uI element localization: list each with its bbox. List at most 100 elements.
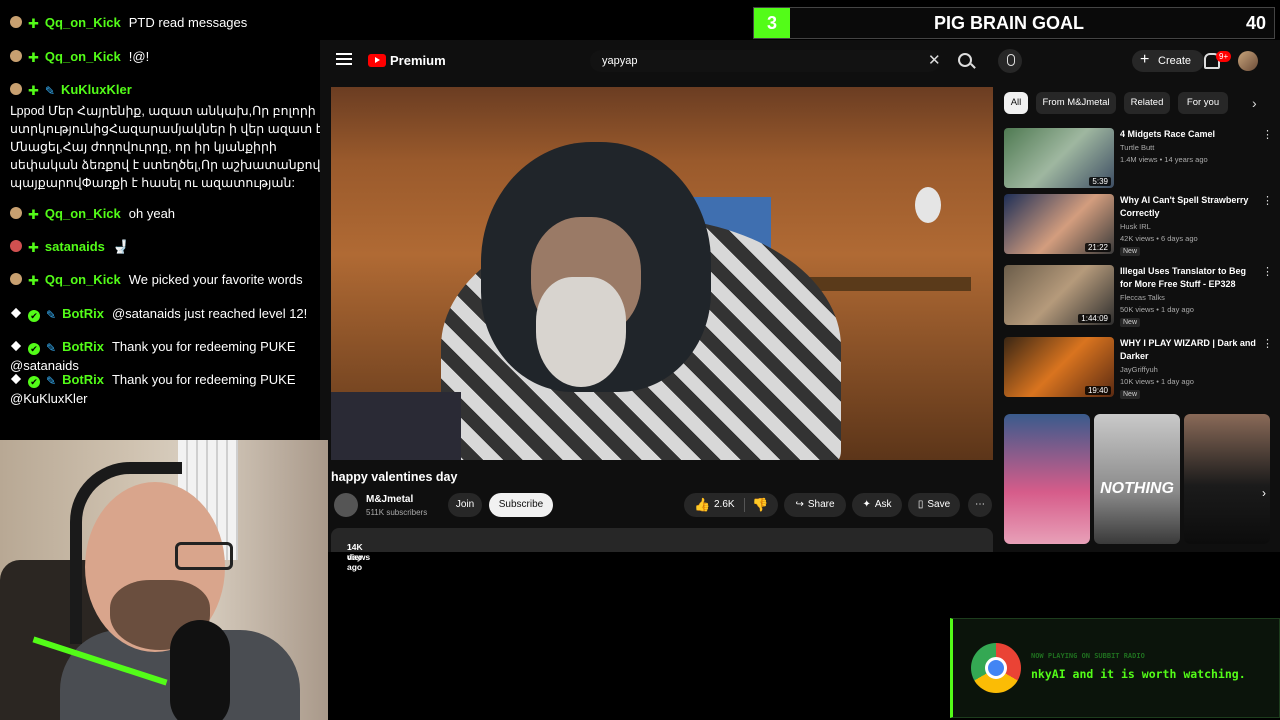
moderator-badge-icon: ✎ bbox=[44, 84, 55, 98]
video-player[interactable] bbox=[331, 87, 993, 460]
chat-text: !@! bbox=[128, 49, 150, 64]
menu-icon[interactable] bbox=[336, 53, 352, 55]
chat-message: ✔ ✎ BotRix Thank you for redeeming PUKE @Ku… bbox=[10, 371, 318, 408]
bookmark-icon: ▯ bbox=[917, 499, 924, 510]
search-input[interactable] bbox=[600, 54, 904, 68]
moderator-badge-icon: ✎ bbox=[46, 341, 57, 355]
chat-message: ✚ Qq_on_Kick We picked your favorite words bbox=[10, 271, 303, 290]
moderator-badge-icon: ✎ bbox=[46, 374, 57, 388]
chat-username: Qq_on_Kick bbox=[44, 206, 121, 221]
chat-text: Լppod Մեր Հայրենիք, ազատ անկախ,Որ բոլորի… bbox=[10, 104, 338, 190]
recommended-title[interactable]: Illegal Uses Translator to Beg for More … bbox=[1120, 265, 1258, 291]
search-icon[interactable] bbox=[958, 53, 972, 67]
youtube-topbar: Premium ✕ + Create 9+ bbox=[320, 40, 1280, 82]
shorts-shelf: NOTHING › bbox=[1004, 414, 1274, 544]
like-dislike-group: 👍 2.6K 👎 bbox=[684, 493, 778, 517]
chevron-right-icon[interactable]: › bbox=[1252, 92, 1257, 114]
microphone-icon[interactable] bbox=[998, 49, 1022, 73]
subscriber-badge-icon: ✚ bbox=[28, 207, 39, 222]
recommended-channel[interactable]: Turtle Butt bbox=[1120, 143, 1154, 152]
recommended-video[interactable]: 1:44:09 Illegal Uses Translator to Beg f… bbox=[1004, 265, 1274, 327]
recommended-meta: 1.4M views • 14 years ago bbox=[1120, 155, 1208, 164]
bot-badge-icon bbox=[10, 340, 22, 352]
share-label: Share bbox=[807, 499, 835, 510]
emote-badge-icon bbox=[10, 16, 22, 28]
subscriber-badge-icon: ✚ bbox=[28, 273, 39, 288]
chat-username: KuKluxKler bbox=[60, 82, 132, 97]
chevron-right-icon[interactable]: › bbox=[1262, 486, 1266, 500]
youtube-window: Premium ✕ + Create 9+ happy valentines d… bbox=[320, 40, 1280, 572]
posted-text: 1 day ago bbox=[347, 542, 363, 572]
chrome-logo-icon bbox=[971, 643, 1021, 693]
avatar[interactable] bbox=[1238, 51, 1258, 71]
share-button[interactable]: ↪ Share bbox=[784, 493, 846, 517]
subscriber-badge-icon: ✚ bbox=[28, 50, 39, 65]
chip-all[interactable]: All bbox=[1004, 92, 1028, 114]
channel-avatar[interactable] bbox=[334, 493, 358, 517]
more-options-icon[interactable]: ⋯ bbox=[968, 493, 992, 517]
join-button[interactable]: Join bbox=[448, 493, 482, 517]
chat-text: 🚽 bbox=[112, 239, 130, 254]
emote-badge-icon bbox=[10, 50, 22, 62]
chat-text: oh yeah bbox=[128, 206, 176, 221]
glasses bbox=[175, 542, 233, 570]
recommended-channel[interactable]: Husk IRL bbox=[1120, 222, 1151, 231]
sparkle-icon: ✦ bbox=[862, 499, 871, 510]
video-title: happy valentines day bbox=[331, 470, 458, 484]
headset bbox=[70, 462, 182, 644]
chat-username: Qq_on_Kick bbox=[44, 272, 121, 287]
chip-for-you[interactable]: For you bbox=[1178, 92, 1228, 114]
recommended-channel[interactable]: Fleccas Talks bbox=[1120, 293, 1165, 302]
chat-text: We picked your favorite words bbox=[128, 272, 303, 287]
chat-text: @satanaids just reached level 12! bbox=[111, 306, 308, 321]
recommended-title[interactable]: Why AI Can't Spell Strawberry Correctly bbox=[1120, 194, 1258, 220]
recommended-meta: 50K views • 1 day ago bbox=[1120, 305, 1194, 314]
close-icon[interactable]: ✕ bbox=[928, 51, 941, 69]
more-options-icon[interactable]: ⋮ bbox=[1262, 265, 1273, 278]
now-playing-label: NOW PLAYING ON SUBBIT RADIO bbox=[1031, 652, 1145, 660]
view-count: 14K views 1 day ago bbox=[339, 535, 370, 572]
more-options-icon[interactable]: ⋮ bbox=[1262, 194, 1273, 207]
goal-count: 40 bbox=[1245, 13, 1266, 33]
now-playing-widget: NOW PLAYING ON SUBBIT RADIO nkyAI and it… bbox=[950, 618, 1280, 718]
short-thumbnail[interactable]: NOTHING bbox=[1094, 414, 1180, 544]
video-duration: 21:22 bbox=[1084, 243, 1111, 252]
youtube-logo-icon[interactable] bbox=[368, 54, 386, 67]
video-description[interactable]: 14K views 1 day ago bbox=[331, 528, 993, 572]
subscribe-button[interactable]: Subscribe bbox=[489, 493, 553, 517]
notification-badge: 9+ bbox=[1216, 51, 1232, 62]
recommended-title[interactable]: 4 Midgets Race Camel bbox=[1120, 128, 1258, 141]
video-duration: 1:44:09 bbox=[1078, 314, 1111, 323]
chip-from-channel[interactable]: From M&Jmetal bbox=[1036, 92, 1116, 114]
recommended-video[interactable]: 5:39 4 Midgets Race Camel Turtle Butt 1.… bbox=[1004, 128, 1274, 190]
recommended-title[interactable]: WHY I PLAY WIZARD | Dark and Darker bbox=[1120, 337, 1258, 363]
short-thumbnail[interactable] bbox=[1184, 414, 1270, 544]
save-button[interactable]: ▯ Save bbox=[908, 493, 960, 517]
recommended-video[interactable]: 19:40 WHY I PLAY WIZARD | Dark and Darke… bbox=[1004, 337, 1274, 399]
chat-message: ✔ ✎ BotRix Thank you for redeeming PUKE @sa… bbox=[10, 338, 318, 375]
chat-username: BotRix bbox=[62, 372, 104, 387]
thumbs-up-icon[interactable]: 👍 bbox=[694, 493, 710, 517]
short-thumbnail[interactable] bbox=[1004, 414, 1090, 544]
recommended-channel[interactable]: JayGriffyuh bbox=[1120, 365, 1158, 374]
youtube-brand[interactable]: Premium bbox=[390, 53, 446, 68]
video-duration: 19:40 bbox=[1084, 386, 1111, 395]
emote-badge-icon bbox=[10, 240, 22, 252]
chat-username: satanaids bbox=[44, 239, 105, 254]
now-playing-text: nkyAI and it is worth watching. bbox=[1031, 667, 1246, 681]
verified-badge-icon: ✔ bbox=[28, 343, 40, 355]
stream-goal-bar: 3 PIG BRAIN GOAL 40 bbox=[753, 7, 1275, 39]
recommended-video[interactable]: 21:22 Why AI Can't Spell Strawberry Corr… bbox=[1004, 194, 1274, 256]
more-options-icon[interactable]: ⋮ bbox=[1262, 128, 1273, 141]
thumbs-down-icon[interactable]: 👎 bbox=[752, 493, 768, 517]
create-button[interactable]: + Create bbox=[1132, 50, 1204, 72]
channel-name[interactable]: M&Jmetal bbox=[366, 494, 413, 505]
ask-button[interactable]: ✦ Ask bbox=[852, 493, 902, 517]
chat-username: Qq_on_Kick bbox=[44, 15, 121, 30]
background-couch bbox=[331, 392, 461, 460]
plus-icon: + bbox=[1140, 51, 1150, 68]
chat-message: ✔ ✎ BotRix @satanaids just reached level 12… bbox=[10, 305, 307, 324]
chip-related[interactable]: Related bbox=[1124, 92, 1170, 114]
more-options-icon[interactable]: ⋮ bbox=[1262, 337, 1273, 350]
search-box[interactable] bbox=[590, 50, 940, 72]
